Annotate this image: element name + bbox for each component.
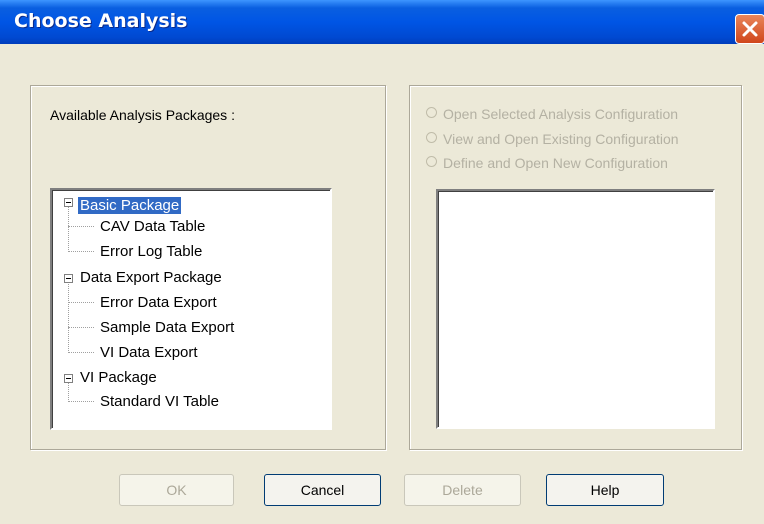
radio-circle-icon [426, 132, 437, 143]
package-tree[interactable]: Basic Package CAV Data Table Error Log T… [50, 188, 332, 430]
tree-item-data-export-package[interactable]: Data Export Package [80, 269, 222, 287]
packages-label: Available Analysis Packages : [50, 107, 235, 123]
help-button[interactable]: Help [546, 474, 664, 506]
collapse-toggle-icon[interactable] [64, 374, 73, 383]
tree-line [68, 352, 94, 353]
collapse-toggle-icon[interactable] [64, 198, 73, 207]
window-title: Choose Analysis [14, 10, 188, 32]
title-bar[interactable]: Choose Analysis [0, 0, 764, 44]
tree-line [68, 327, 94, 328]
choose-analysis-dialog: Choose Analysis Available Analysis Packa… [0, 0, 764, 524]
close-button[interactable] [735, 14, 764, 44]
tree-item-vi-data-export[interactable]: VI Data Export [100, 344, 198, 362]
tree-line [68, 281, 69, 353]
tree-line [68, 251, 94, 252]
tree-item-error-log-table[interactable]: Error Log Table [100, 243, 202, 261]
ok-button[interactable]: OK [119, 474, 234, 506]
tree-item-basic-package[interactable]: Basic Package [78, 197, 182, 215]
cancel-button[interactable]: Cancel [264, 474, 381, 506]
close-icon [742, 21, 758, 37]
delete-button[interactable]: Delete [404, 474, 521, 506]
radio-circle-icon [426, 156, 437, 167]
tree-item-vi-package[interactable]: VI Package [80, 369, 157, 387]
tree-item-standard-vi-table[interactable]: Standard VI Table [100, 393, 219, 411]
tree-line [68, 302, 94, 303]
tree-line [68, 226, 94, 227]
collapse-toggle-icon[interactable] [64, 274, 73, 283]
tree-line [68, 401, 94, 402]
tree-item-cav-data-table[interactable]: CAV Data Table [100, 218, 205, 236]
configuration-list[interactable] [436, 189, 715, 429]
tree-item-sample-data-export[interactable]: Sample Data Export [100, 319, 234, 337]
radio-circle-icon [426, 107, 437, 118]
tree-line [68, 382, 69, 402]
tree-item-error-data-export[interactable]: Error Data Export [100, 294, 217, 312]
tree-line [68, 206, 69, 252]
